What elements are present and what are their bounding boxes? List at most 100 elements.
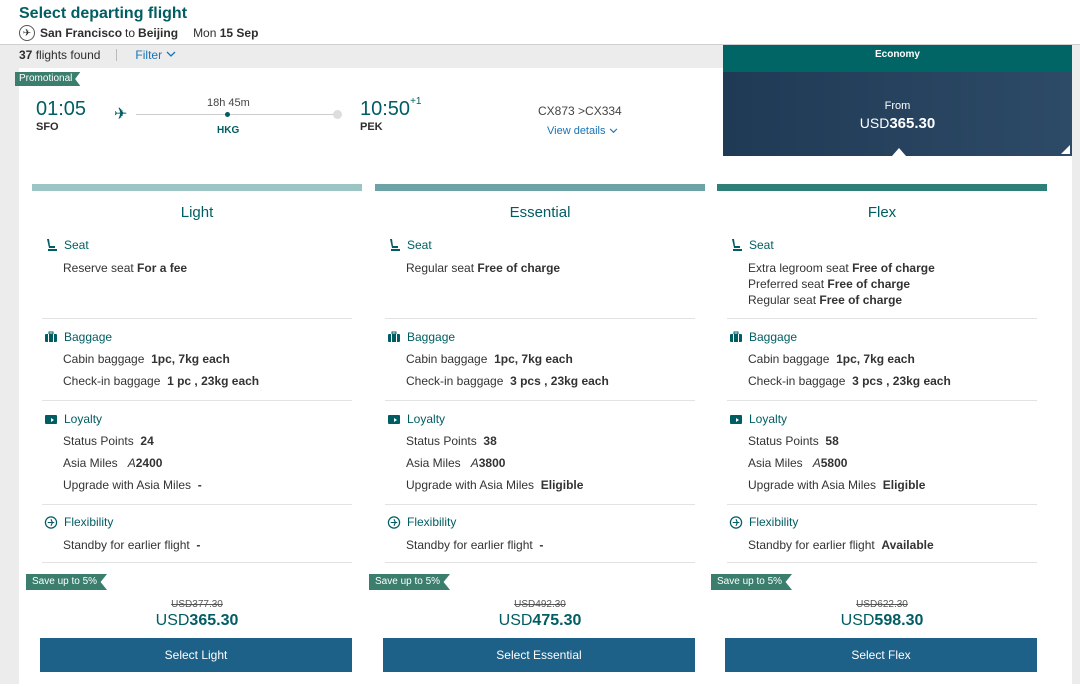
flexibility-icon [729, 515, 743, 529]
upgrade-line: Upgrade with Asia Miles - [63, 478, 202, 492]
checkin-baggage-line: Check-in baggage 3 pcs , 23kg each [406, 374, 609, 388]
asia-miles-icon: A [812, 456, 821, 470]
select-light-button[interactable]: Select Light [40, 638, 352, 672]
status-points-line: Status Points 24 [63, 434, 154, 448]
chevron-down-icon [166, 50, 176, 61]
to-word: to [125, 26, 136, 40]
divider [42, 504, 352, 505]
economy-price-cell[interactable]: From USD365.30 [723, 72, 1072, 156]
departure-airport: SFO [36, 121, 59, 133]
asia-miles-line: Asia Miles A3800 [406, 456, 506, 470]
original-price: USD622.30 [856, 599, 908, 610]
plane-icon: ✈ [114, 106, 128, 123]
status-points-line: Status Points 38 [406, 434, 497, 448]
fare-color-bar [717, 184, 1047, 191]
fare-name: Flex [867, 204, 897, 221]
divider [385, 400, 695, 401]
fare-name: Light [180, 204, 214, 221]
cabin-header: Economy [723, 45, 1072, 72]
seat-line: Preferred seat Free of charge [748, 277, 911, 291]
flexibility-section-title: Flexibility [387, 515, 456, 529]
upgrade-line: Upgrade with Asia Miles Eligible [406, 478, 584, 492]
loyalty-icon [44, 412, 58, 426]
arrival-time: 10:50+1 [360, 96, 422, 121]
page-title: Select departing flight [19, 5, 188, 22]
divider [727, 318, 1037, 319]
original-price: USD492.30 [514, 599, 566, 610]
divider [42, 562, 352, 563]
travel-day: Mon [193, 26, 217, 40]
fare-color-bar [375, 184, 705, 191]
cabin-price: USD365.30 [723, 115, 1072, 132]
travel-date: Mon 15 Sep [193, 26, 258, 40]
cabin-baggage-line: Cabin baggage 1pc, 7kg each [406, 352, 573, 366]
arrival-dot [333, 110, 342, 119]
select-flex-button[interactable]: Select Flex [725, 638, 1037, 672]
loyalty-icon [729, 412, 743, 426]
seat-icon [44, 238, 58, 252]
results-bar: 37 flights found Filter [19, 48, 176, 62]
standby-line: Standby for earlier flight Available [748, 538, 934, 552]
origin-city: San Francisco [40, 26, 123, 40]
filter-label: Filter [135, 48, 163, 62]
promotional-tag: Promotional [15, 72, 81, 86]
view-details-link[interactable]: View details [547, 125, 618, 137]
flexibility-icon [387, 515, 401, 529]
fare-price: USD598.30 [840, 612, 924, 629]
divider [727, 400, 1037, 401]
stopover-airport: HKG [217, 125, 240, 136]
fare-price: USD475.30 [498, 612, 582, 629]
standby-line: Standby for earlier flight - [63, 538, 201, 552]
seat-line: Regular seat Free of charge [748, 293, 903, 307]
save-tag: Save up to 5% [711, 574, 793, 590]
asia-miles-icon: A [470, 456, 479, 470]
flexibility-section-title: Flexibility [729, 515, 798, 529]
flight-duration: 18h 45m [207, 97, 250, 109]
chevron-down-icon [609, 128, 617, 134]
flexibility-icon [44, 515, 58, 529]
arrival-time-value: 10:50 [360, 98, 411, 120]
original-price: USD377.30 [171, 599, 223, 610]
route-summary: ✈ San Francisco to Beijing Mon 15 Sep [19, 25, 258, 41]
fare-price: USD365.30 [155, 612, 239, 629]
flights-found-label: flights found [35, 48, 101, 62]
fare-name: Essential [509, 204, 571, 221]
seat-section-title: Seat [44, 238, 89, 252]
seat-line: Extra legroom seat Free of charge [748, 261, 935, 275]
baggage-icon [729, 330, 743, 344]
baggage-icon [387, 330, 401, 344]
checkin-baggage-line: Check-in baggage 3 pcs , 23kg each [748, 374, 951, 388]
flight-track [136, 114, 336, 115]
divider [727, 504, 1037, 505]
loyalty-section-title: Loyalty [387, 412, 445, 426]
filter-button[interactable]: Filter [135, 48, 176, 62]
loyalty-section-title: Loyalty [44, 412, 102, 426]
cabin-price-value: 365.30 [889, 115, 936, 132]
plane-circle-icon: ✈ [19, 25, 35, 41]
seat-line: Reserve seat For a fee [63, 261, 188, 275]
select-essential-button[interactable]: Select Essential [383, 638, 695, 672]
loyalty-icon [387, 412, 401, 426]
corner-indicator-icon [1061, 145, 1070, 154]
seat-icon [387, 238, 401, 252]
flexibility-section-title: Flexibility [44, 515, 113, 529]
divider [385, 562, 695, 563]
upgrade-line: Upgrade with Asia Miles Eligible [748, 478, 926, 492]
divider [42, 400, 352, 401]
seat-section-title: Seat [729, 238, 774, 252]
loyalty-section-title: Loyalty [729, 412, 787, 426]
seat-line: Regular seat Free of charge [406, 261, 561, 275]
arrival-day-offset: +1 [410, 96, 422, 107]
save-tag: Save up to 5% [26, 574, 108, 590]
flights-count: 37 [19, 48, 33, 62]
baggage-icon [44, 330, 58, 344]
asia-miles-line: Asia Miles A2400 [63, 456, 163, 470]
header-bar: Select departing flight ✈ San Francisco … [0, 0, 1080, 45]
fare-column-light: Light Seat Reserve seat For a fee Baggag… [26, 184, 362, 684]
asia-miles-line: Asia Miles A5800 [748, 456, 848, 470]
standby-line: Standby for earlier flight - [406, 538, 544, 552]
asia-miles-icon: A [127, 456, 136, 470]
save-tag: Save up to 5% [369, 574, 451, 590]
from-label: From [884, 100, 911, 112]
baggage-section-title: Baggage [387, 330, 455, 344]
